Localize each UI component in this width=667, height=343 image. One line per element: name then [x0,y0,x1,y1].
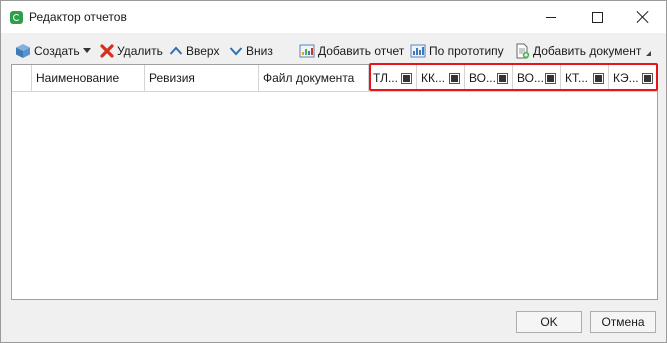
create-label: Создать [34,44,80,58]
delete-x-icon [100,44,114,58]
cancel-button[interactable]: Отмена [590,311,656,333]
move-down-label: Вниз [246,44,273,58]
cube-icon [16,44,30,58]
dropdown-arrow-icon[interactable] [82,48,91,54]
column-label: Наименование [36,71,120,85]
maximize-icon [591,11,603,23]
add-report-button[interactable]: Добавить отчет [299,41,404,61]
toolbar: Создать Удалить Вверх Вниз Добавить отче… [1,39,666,63]
move-down-button[interactable]: Вниз [229,41,273,61]
report-editor-window: Редактор отчетов Создать Удалить Вверх В… [0,0,667,343]
column-label: Ревизия [149,71,195,85]
add-document-label: Добавить документ [533,44,642,58]
app-logo-icon [10,11,23,24]
close-icon [637,11,649,23]
add-document-button[interactable]: Добавить документ [514,41,641,61]
move-up-button[interactable]: Вверх [169,41,219,61]
flag-columns-highlight [369,63,658,91]
column-header-revision[interactable]: Ревизия [145,65,259,91]
chevron-down-icon [229,47,243,56]
ok-button[interactable]: OK [516,311,582,333]
close-button[interactable] [620,1,666,33]
minimize-button[interactable] [528,1,574,33]
maximize-button[interactable] [574,1,620,33]
window-title: Редактор отчетов [29,10,127,24]
delete-label: Удалить [117,44,163,58]
row-selector-header[interactable] [12,65,32,91]
by-prototype-label: По прототипу [429,44,504,58]
reports-grid[interactable]: Наименование Ревизия Файл документа ТЛ..… [11,64,658,300]
prototype-chart-icon [410,44,426,58]
move-up-label: Вверх [186,44,220,58]
create-button[interactable]: Создать [15,41,91,61]
column-header-name[interactable]: Наименование [32,65,145,91]
add-report-label: Добавить отчет [318,44,405,58]
title-bar: Редактор отчетов [1,1,666,33]
delete-button[interactable]: Удалить [100,41,163,61]
column-label: Файл документа [263,71,355,85]
minimize-icon [546,16,556,18]
by-prototype-button[interactable]: По прототипу [410,41,504,61]
report-chart-icon [299,44,315,58]
add-document-icon [516,43,530,59]
column-header-document-file[interactable]: Файл документа [259,65,369,91]
toolbar-overflow-icon[interactable] [646,51,651,56]
chevron-up-icon [169,46,183,55]
